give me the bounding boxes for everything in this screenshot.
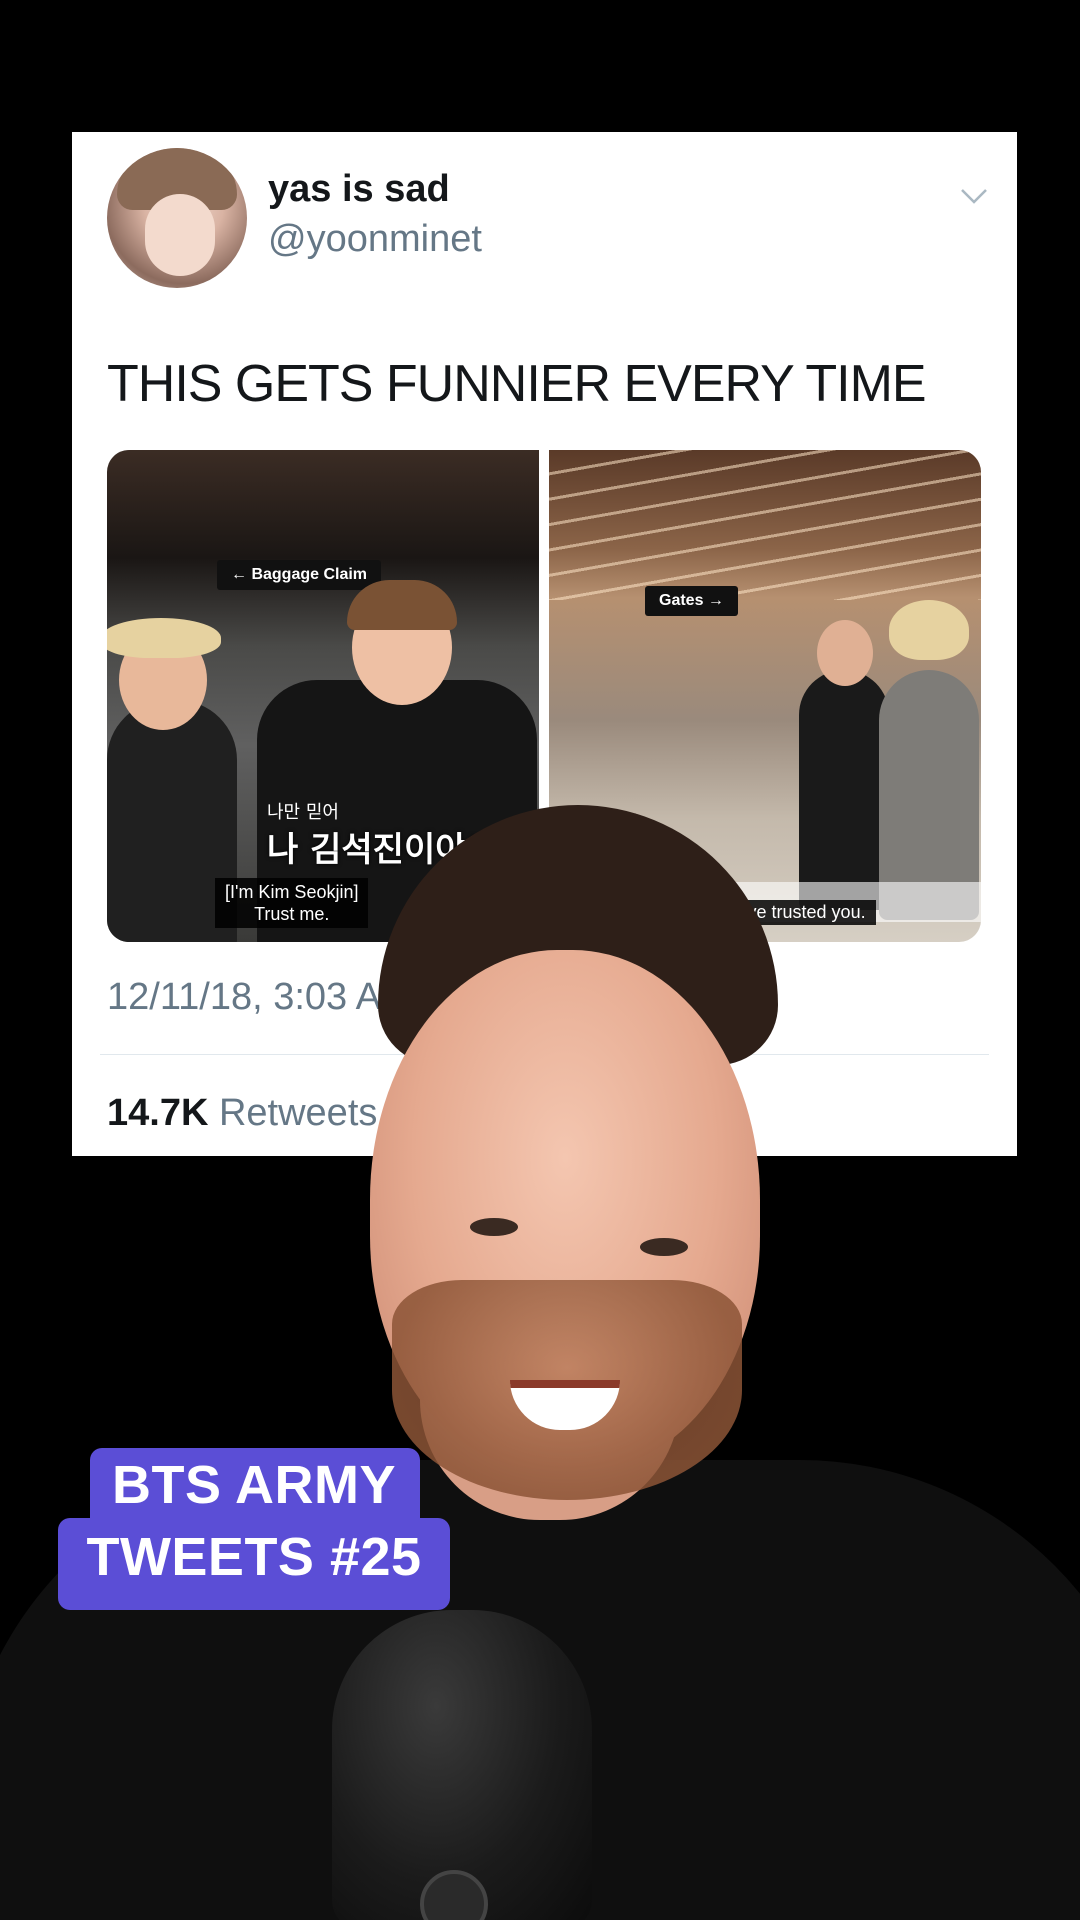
english-subtitle: [I'm Kim Seokjin] Trust me.: [215, 878, 369, 928]
caption-line-1: BTS ARMY: [112, 1455, 396, 1515]
straw-hat: [107, 618, 221, 658]
avatar[interactable]: [107, 148, 247, 288]
chevron-down-icon[interactable]: [959, 180, 989, 210]
straw-hat-right: [889, 600, 969, 660]
avatar-face: [145, 194, 215, 276]
caption-badge: BTS ARMY TWEETS #25: [58, 1448, 450, 1610]
english-subtitle-line1: [I'm Kim Seokjin]: [225, 882, 359, 902]
english-subtitle-line2: Trust me.: [254, 904, 330, 924]
video-frame: yas is sad @yoonminet THIS GETS FUNNIER …: [0, 0, 1080, 1920]
presenter-eye-left: [470, 1218, 518, 1236]
user-handle[interactable]: @yoonminet: [268, 218, 482, 261]
tweet-text: THIS GETS FUNNIER EVERY TIME: [107, 355, 927, 413]
ceiling: [549, 450, 981, 600]
caption-line-2: TWEETS #25: [86, 1527, 422, 1587]
presenter-eye-right: [640, 1238, 688, 1256]
person-center-hair: [347, 580, 457, 630]
gates-sign: Gates →: [645, 586, 738, 616]
person-right-1-head: [817, 620, 873, 686]
display-name[interactable]: yas is sad: [268, 168, 450, 211]
korean-subtitle-small: 나만 믿어: [267, 802, 339, 823]
baggage-claim-sign: ← Baggage Claim: [217, 560, 382, 590]
person-right-1: [799, 670, 889, 910]
